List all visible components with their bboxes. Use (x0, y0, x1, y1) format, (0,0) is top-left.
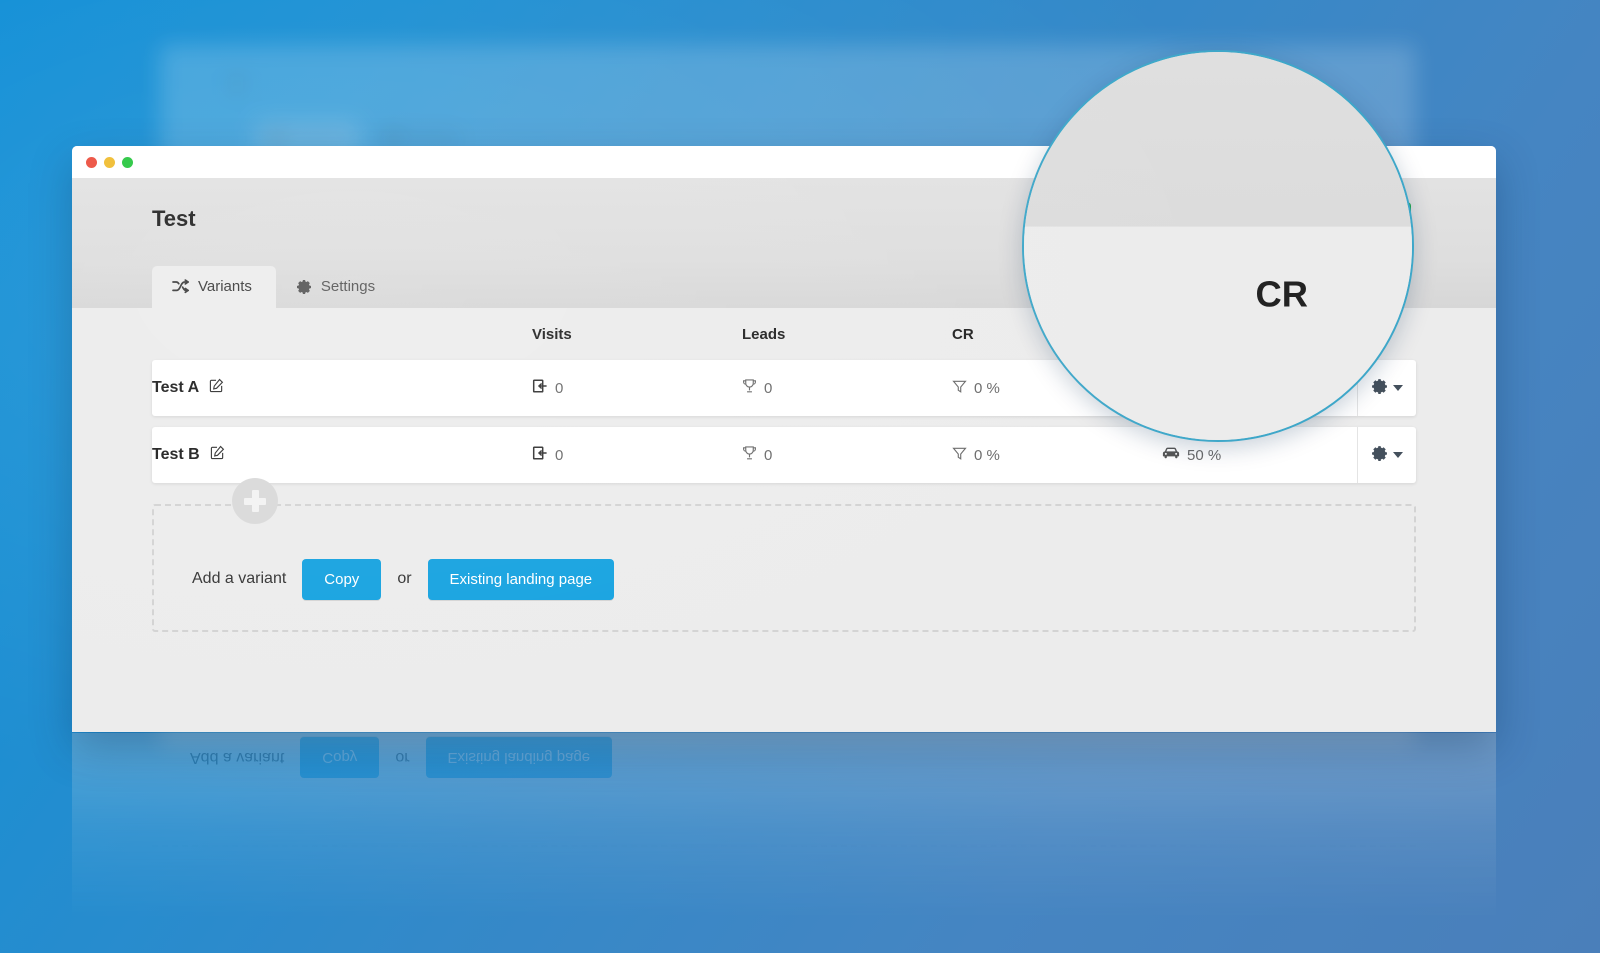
cr-value: 0 % (974, 446, 1000, 464)
magnifier-zoom-content: Start the test CR Traffic 50 % (1024, 52, 1412, 440)
visits-cell: 0 (532, 378, 742, 398)
existing-landing-page-button[interactable]: Existing landing page (427, 558, 615, 600)
minimize-window-button[interactable] (104, 156, 115, 168)
visits-icon (532, 445, 548, 465)
window-reflection: Add a variant Copy or Existing landing p… (72, 733, 1496, 953)
magnified-content-area (1024, 226, 1412, 440)
add-variant-label: Add a variant (192, 570, 287, 587)
magnified-cr-header: CR (1255, 275, 1309, 317)
shuffle-icon (172, 279, 189, 294)
reflection-or-label: or (395, 749, 410, 767)
traffic-value: 50 % (1187, 446, 1222, 464)
trophy-icon (742, 445, 757, 465)
background-window-tab-variants-label: Variants (290, 129, 344, 147)
page-title: Test (152, 206, 196, 231)
add-variant-dropzone[interactable]: Add a variant Copy or Existing landing p… (152, 478, 1416, 632)
magnifier-lens: Start the test CR Traffic 50 % (1022, 50, 1414, 442)
add-variant-plus-button[interactable] (232, 478, 278, 524)
leads-value: 0 (764, 379, 773, 397)
magnified-header-band (1024, 52, 1412, 227)
add-variant-or-label: or (397, 570, 412, 587)
visits-cell: 0 (532, 445, 742, 465)
variant-name-cell: Test A (152, 378, 532, 398)
edit-icon[interactable] (210, 445, 225, 465)
tab-variants-label: Variants (198, 278, 252, 295)
leads-cell: 0 (742, 378, 952, 398)
shuffle-icon (270, 131, 283, 145)
cr-value: 0 % (974, 379, 1000, 397)
screenshot-stage: T Variants Settings Add a variant Copy o… (0, 0, 1600, 953)
traffic-cell: 50 % (1162, 446, 1357, 464)
background-window-tab-settings-label: Settings (406, 129, 461, 147)
copy-variant-button[interactable]: Copy (302, 558, 382, 600)
leads-cell: 0 (742, 445, 952, 465)
cr-cell: 0 % (952, 446, 1162, 465)
visits-icon (532, 378, 548, 398)
maximize-window-button[interactable] (122, 156, 133, 168)
visits-value: 0 (555, 379, 564, 397)
row-settings-dropdown[interactable] (1371, 445, 1403, 466)
trophy-icon (742, 378, 757, 398)
variant-name-cell: Test B (152, 445, 532, 465)
background-window-title: T (230, 73, 244, 98)
funnel-icon (952, 379, 967, 398)
close-window-button[interactable] (86, 156, 97, 168)
tab-bar: Variants Settings (152, 266, 399, 308)
tab-settings[interactable]: Settings (276, 266, 399, 308)
reflection-add-variant-label: Add a variant (190, 749, 285, 767)
gear-icon (296, 279, 312, 295)
visits-value: 0 (555, 446, 564, 464)
tab-settings-label: Settings (320, 278, 376, 295)
chevron-down-icon (1392, 452, 1403, 458)
add-variant-controls: Add a variant Copy or Existing landing p… (154, 558, 615, 600)
leads-value: 0 (764, 446, 773, 464)
funnel-icon (952, 446, 967, 465)
car-icon (1162, 446, 1180, 464)
column-header-leads: Leads (742, 325, 786, 343)
tab-variants[interactable]: Variants (152, 266, 276, 308)
gear-icon (386, 131, 399, 145)
variant-name-label: Test B (152, 446, 200, 463)
edit-icon[interactable] (209, 378, 224, 398)
variant-name-label: Test A (152, 379, 200, 396)
gear-icon (1371, 445, 1388, 466)
column-header-visits: Visits (532, 325, 572, 343)
